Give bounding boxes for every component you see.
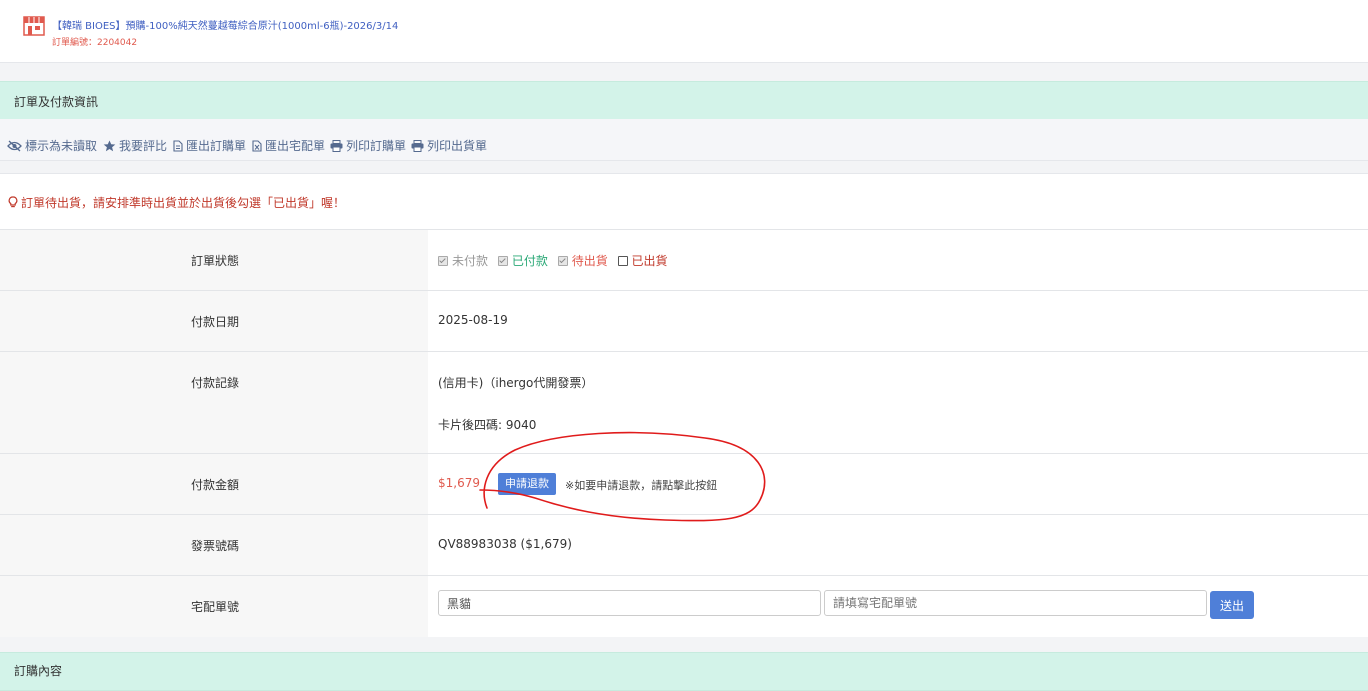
paid-checkbox[interactable]: 已付款 bbox=[497, 252, 548, 269]
file-export-icon bbox=[173, 139, 183, 152]
purchase-content-header: 訂購內容 bbox=[0, 652, 1368, 691]
unpaid-checkbox[interactable]: 未付款 bbox=[438, 252, 488, 269]
carrier-input[interactable] bbox=[438, 590, 821, 616]
product-card: 【韓瑞 BIOES】預購-100%純天然蔓越莓綜合原汁(1000ml-6瓶)-2… bbox=[0, 0, 1368, 63]
refund-request-button[interactable]: 申請退款 bbox=[498, 473, 556, 495]
payment-date-value: 2025-08-19 bbox=[438, 313, 508, 327]
print-shipping-button[interactable]: 列印出貨單 bbox=[411, 137, 487, 154]
refund-note: ※如要申請退款，請點擊此按鈕 bbox=[565, 479, 718, 492]
payment-date-row: 付款日期 2025-08-19 bbox=[0, 290, 1368, 352]
store-icon bbox=[23, 16, 45, 36]
review-button[interactable]: 我要評比 bbox=[103, 137, 167, 154]
payment-record-row: 付款記錄 (信用卡)（ihergo代開發票） 卡片後四碼: 9040 bbox=[0, 351, 1368, 454]
payment-amount-row: 付款金額 $1,679 申請退款 ※如要申請退款，請點擊此按鈕 bbox=[0, 453, 1368, 515]
payment-record-label: 付款記錄 bbox=[191, 376, 240, 390]
paid-label: 已付款 bbox=[511, 254, 548, 268]
order-status-label: 訂單狀態 bbox=[191, 254, 240, 268]
delivery-label: 宅配單號 bbox=[191, 600, 240, 614]
payment-amount-value: $1,679 bbox=[438, 476, 480, 490]
section-title: 訂購內容 bbox=[14, 664, 63, 678]
card-last-four: 卡片後四碼: 9040 bbox=[438, 418, 537, 432]
star-icon bbox=[103, 140, 116, 151]
print-shipping-label: 列印出貨單 bbox=[427, 139, 488, 153]
export-order-label: 匯出訂購單 bbox=[186, 139, 247, 153]
invoice-value: QV88983038 ($1,679) bbox=[438, 537, 572, 551]
export-delivery-label: 匯出宅配單 bbox=[265, 139, 326, 153]
file-excel-icon bbox=[252, 139, 262, 152]
pending-label: 待出貨 bbox=[571, 254, 608, 268]
print-order-button[interactable]: 列印訂購單 bbox=[330, 137, 406, 154]
export-delivery-button[interactable]: 匯出宅配單 bbox=[252, 137, 325, 154]
eye-slash-icon bbox=[7, 140, 22, 151]
review-label: 我要評比 bbox=[119, 139, 168, 153]
order-status-checkboxes: 未付款 已付款 待出貨 已出貨 bbox=[438, 252, 674, 269]
printer-icon bbox=[411, 139, 424, 152]
payment-amount-label: 付款金額 bbox=[191, 478, 240, 492]
delivery-row: 宅配單號 送出 bbox=[0, 575, 1368, 637]
product-title[interactable]: 【韓瑞 BIOES】預購-100%純天然蔓越莓綜合原汁(1000ml-6瓶)-2… bbox=[52, 17, 398, 32]
section-title: 訂單及付款資訊 bbox=[14, 95, 99, 109]
payment-method: (信用卡)（ihergo代開發票） bbox=[438, 376, 594, 390]
printer-icon bbox=[330, 139, 343, 152]
order-payment-header: 訂單及付款資訊 bbox=[0, 81, 1368, 120]
action-toolbar: 標示為未讀取 我要評比 匯出訂購單 匯出宅配單 列印訂購單 列印出貨單 bbox=[0, 119, 1368, 161]
unpaid-label: 未付款 bbox=[452, 254, 489, 268]
submit-button[interactable]: 送出 bbox=[1210, 591, 1254, 619]
shipped-label: 已出貨 bbox=[631, 254, 668, 268]
pending-checkbox[interactable]: 待出貨 bbox=[557, 252, 608, 269]
tracking-number-input[interactable] bbox=[824, 590, 1207, 616]
export-order-button[interactable]: 匯出訂購單 bbox=[173, 137, 246, 154]
shipping-notice: 訂單待出貨，請安排準時出貨並於出貨後勾選「已出貨」喔！ bbox=[8, 194, 345, 211]
notice-text: 訂單待出貨，請安排準時出貨並於出貨後勾選「已出貨」喔！ bbox=[21, 196, 346, 210]
invoice-label: 發票號碼 bbox=[191, 539, 240, 553]
mark-unread-button[interactable]: 標示為未讀取 bbox=[7, 137, 97, 154]
order-status-row: 訂單狀態 未付款 已付款 待出貨 已出貨 bbox=[0, 229, 1368, 291]
mark-unread-label: 標示為未讀取 bbox=[25, 139, 98, 153]
invoice-row: 發票號碼 QV88983038 ($1,679) bbox=[0, 514, 1368, 576]
payment-date-label: 付款日期 bbox=[191, 315, 240, 329]
order-info-panel: 訂單待出貨，請安排準時出貨並於出貨後勾選「已出貨」喔！ 訂單狀態 未付款 已付款… bbox=[0, 173, 1368, 637]
lightbulb-icon bbox=[8, 196, 18, 208]
order-number: 訂單編號：2204042 bbox=[52, 38, 138, 48]
print-order-label: 列印訂購單 bbox=[346, 139, 407, 153]
shipped-checkbox[interactable]: 已出貨 bbox=[617, 252, 668, 269]
